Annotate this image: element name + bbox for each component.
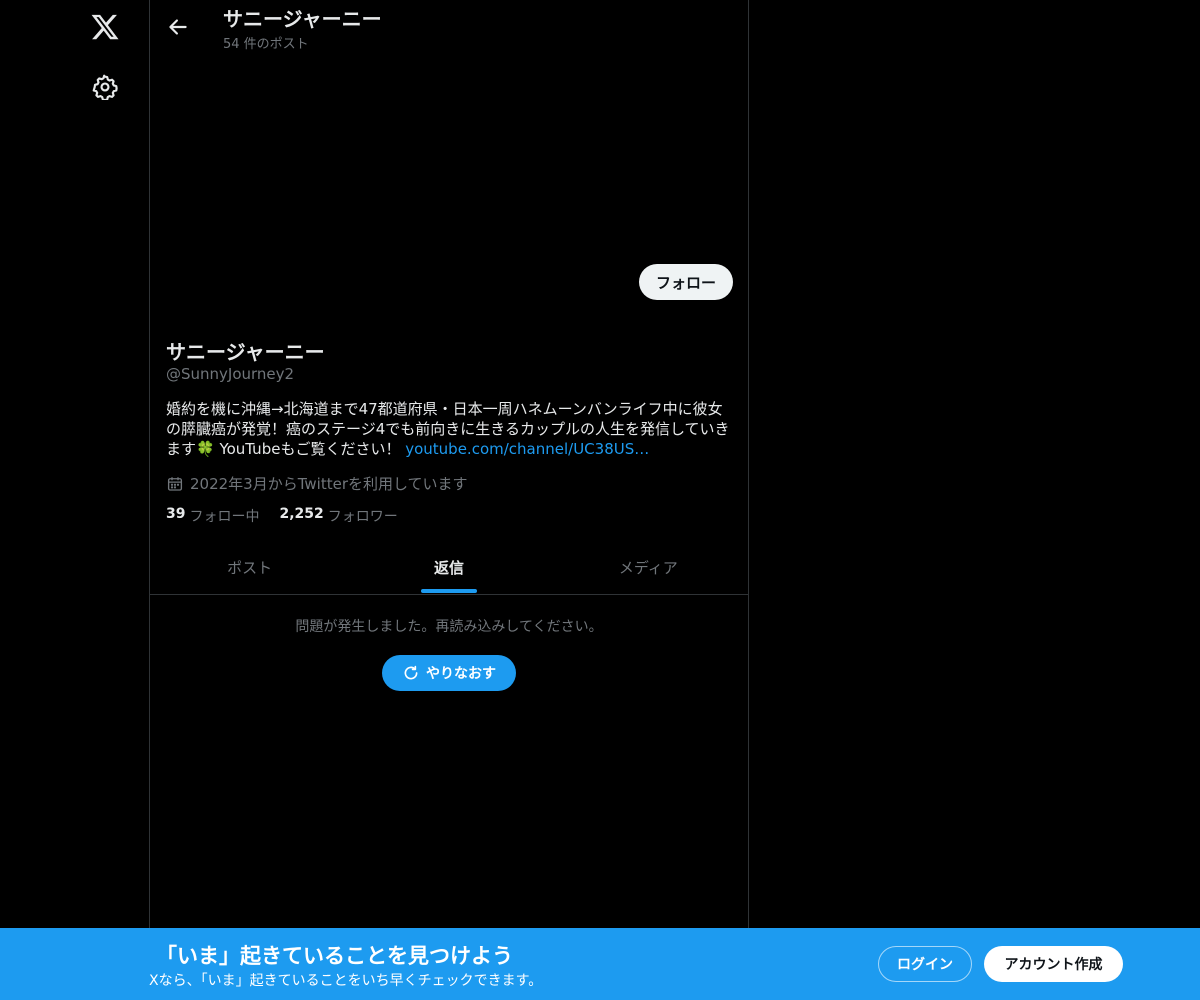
tab-media[interactable]: メディア [549, 541, 748, 594]
profile-handle: @SunnyJourney2 [166, 365, 295, 383]
login-button[interactable]: ログイン [878, 946, 972, 982]
post-count: 54 件のポスト [223, 37, 309, 52]
following-link[interactable]: 39 フォロー中 [166, 506, 259, 526]
gear-icon[interactable] [92, 74, 118, 100]
following-count: 39 [166, 506, 186, 522]
bio-line: 婚約を機に沖縄→北海道まで47都道府県・日本一周ハネムーンバンライフ中に彼女 [166, 400, 723, 418]
following-label: フォロー中 [189, 509, 260, 525]
profile-stats: 39 フォロー中 2,252 フォロワー [166, 506, 398, 526]
main-column: サニージャーニー 54 件のポスト フォロー サニージャーニー @SunnyJo… [149, 0, 749, 1000]
tab-posts[interactable]: ポスト [150, 541, 349, 594]
join-date: 2022年3月からTwitterを利用しています [166, 473, 468, 494]
profile-bio: 婚約を機に沖縄→北海道まで47都道府県・日本一周ハネムーンバンライフ中に彼女 の… [166, 399, 732, 459]
banner-title: 「いま」起きていることを見つけよう [156, 944, 513, 968]
bio-line: の膵臓癌が発覚！癌のステージ4でも前向きに生きるカップルの人生を発信していき [166, 420, 730, 438]
profile-name: サニージャーニー [166, 340, 325, 364]
bio-line: ます🍀 YouTubeもご覧ください！ youtube.com/channel/… [166, 439, 732, 459]
profile-tabs: ポスト 返信 メディア [150, 541, 748, 595]
followers-count: 2,252 [279, 506, 324, 522]
retry-label: やりなおす [426, 666, 496, 682]
tab-label: メディア [618, 559, 678, 577]
tab-replies[interactable]: 返信 [349, 541, 548, 594]
followers-label: フォロワー [327, 509, 398, 525]
header-title: サニージャーニー [223, 7, 382, 31]
active-tab-indicator [420, 589, 477, 593]
followers-link[interactable]: 2,252 フォロワー [279, 506, 397, 526]
calendar-icon [167, 476, 183, 491]
refresh-icon [404, 665, 418, 680]
signup-banner: 「いま」起きていることを見つけよう Xなら、「いま」起きていることをいち早くチェ… [0, 928, 1200, 1000]
left-nav [0, 0, 150, 1000]
error-message: 問題が発生しました。再読み込みしてください。 [295, 619, 603, 635]
follow-button[interactable]: フォロー [639, 264, 733, 300]
bio-link[interactable]: youtube.com/channel/UC38US… [405, 440, 649, 458]
join-date-text: 2022年3月からTwitterを利用しています [190, 475, 468, 493]
retry-button[interactable]: やりなおす [382, 655, 516, 691]
bio-text: ます🍀 YouTubeもご覧ください！ [166, 440, 401, 458]
arrow-left-icon[interactable] [165, 14, 191, 40]
tab-label: ポスト [227, 559, 273, 577]
signup-button[interactable]: アカウント作成 [984, 946, 1123, 982]
x-logo-icon[interactable] [90, 12, 120, 42]
banner-subtitle: Xなら、「いま」起きていることをいち早くチェックできます。 [149, 973, 543, 989]
tab-label: 返信 [433, 559, 464, 577]
